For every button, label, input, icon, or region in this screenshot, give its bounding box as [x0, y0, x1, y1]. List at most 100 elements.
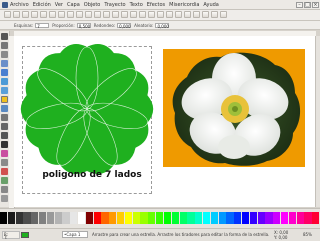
palette-swatch[interactable] — [171, 212, 179, 224]
group-icon[interactable] — [157, 11, 164, 18]
gradient-tool-icon[interactable] — [1, 177, 8, 184]
menu-archivo[interactable]: Archivo — [10, 2, 29, 8]
connector-tool-icon[interactable] — [1, 195, 8, 202]
palette-swatch[interactable] — [62, 212, 70, 224]
palette-swatch[interactable] — [265, 212, 273, 224]
ellipse-tool-icon[interactable] — [1, 87, 8, 94]
dropper-tool-icon[interactable] — [1, 186, 8, 193]
palette-swatch[interactable] — [288, 212, 296, 224]
menu-edicion[interactable]: Edición — [33, 2, 51, 8]
palette-swatch[interactable] — [31, 212, 39, 224]
export-icon[interactable] — [49, 11, 56, 18]
ratio-field[interactable]: 0,500 — [76, 22, 91, 29]
open-icon[interactable] — [13, 11, 20, 18]
palette-swatch[interactable] — [312, 212, 320, 224]
spiral-tool-icon[interactable] — [1, 105, 8, 112]
palette-swatch[interactable] — [117, 212, 125, 224]
palette-swatch[interactable] — [7, 212, 15, 224]
palette-swatch[interactable] — [163, 212, 172, 224]
rounded-field[interactable]: 0,000 — [117, 22, 132, 29]
palette-swatch[interactable] — [85, 212, 94, 224]
palette-swatch[interactable] — [257, 212, 265, 224]
menu-ver[interactable]: Ver — [55, 2, 63, 8]
vertical-scrollbar[interactable] — [315, 36, 320, 207]
palette-swatch[interactable] — [109, 212, 117, 224]
palette-swatch[interactable] — [156, 212, 164, 224]
menu-ayuda[interactable]: Ayuda — [203, 2, 218, 8]
palette-swatch[interactable] — [218, 212, 226, 224]
palette-swatch[interactable] — [179, 212, 187, 224]
3d-box-tool-icon[interactable] — [1, 78, 8, 85]
text-tool-icon[interactable] — [1, 141, 8, 148]
zoom-field[interactable]: 85% — [303, 232, 319, 237]
fill-stroke-indicator[interactable]: R: T: — [2, 231, 20, 240]
palette-swatch[interactable] — [195, 212, 203, 224]
pen-tool-icon[interactable] — [1, 123, 8, 130]
current-fill-swatch[interactable] — [21, 232, 29, 238]
rectangle-tool-icon[interactable] — [1, 69, 8, 76]
align-icon[interactable] — [202, 11, 209, 18]
palette-swatch[interactable] — [124, 212, 133, 224]
ungroup-icon[interactable] — [166, 11, 173, 18]
palette-swatch[interactable] — [140, 212, 148, 224]
canvas-caption-text[interactable]: poligono de 7 lados — [22, 170, 162, 180]
new-icon[interactable] — [4, 11, 11, 18]
node-tool-icon[interactable] — [1, 42, 8, 49]
close-button[interactable]: × — [312, 2, 319, 8]
palette-swatch[interactable] — [296, 212, 304, 224]
menu-objeto[interactable]: Objeto — [84, 2, 101, 8]
zoom-tool-icon[interactable] — [1, 60, 8, 67]
zoom-drawing-icon[interactable] — [112, 11, 119, 18]
palette-swatch[interactable] — [304, 212, 312, 224]
palette-swatch[interactable] — [15, 212, 23, 224]
palette-swatch[interactable] — [23, 212, 31, 224]
selector-tool-icon[interactable] — [1, 33, 8, 40]
spray-tool-icon[interactable] — [1, 150, 8, 157]
eraser-tool-icon[interactable] — [1, 159, 8, 166]
redo-icon[interactable] — [67, 11, 74, 18]
corners-field[interactable]: 7 — [35, 22, 50, 29]
unlink-icon[interactable] — [148, 11, 155, 18]
palette-swatch[interactable] — [0, 212, 8, 224]
palette-swatch[interactable] — [249, 212, 257, 224]
minimize-button[interactable]: – — [296, 2, 303, 8]
zoom-page-icon[interactable] — [121, 11, 128, 18]
paint-bucket-tool-icon[interactable] — [1, 168, 8, 175]
palette-swatch[interactable] — [93, 212, 101, 224]
menu-trayecto[interactable]: Trayecto — [104, 2, 125, 8]
import-icon[interactable] — [40, 11, 47, 18]
cut-icon[interactable] — [85, 11, 92, 18]
menu-texto[interactable]: Texto — [130, 2, 143, 8]
palette-swatch[interactable] — [226, 212, 234, 224]
palette-swatch[interactable] — [101, 212, 109, 224]
text-font-icon[interactable] — [184, 11, 191, 18]
palette-swatch[interactable] — [202, 212, 211, 224]
duplicate-icon[interactable] — [130, 11, 137, 18]
palette-swatch[interactable] — [241, 212, 250, 224]
star-tool-icon[interactable] — [1, 96, 8, 103]
palette-swatch[interactable] — [78, 212, 86, 224]
palette-swatch[interactable] — [148, 212, 156, 224]
print-icon[interactable] — [31, 11, 38, 18]
palette-swatch[interactable] — [39, 212, 47, 224]
green-rounded-star[interactable] — [20, 44, 154, 174]
layers-icon[interactable] — [193, 11, 200, 18]
pencil-tool-icon[interactable] — [1, 114, 8, 121]
layer-selector[interactable]: •Capa 1 — [62, 231, 88, 238]
palette-swatch[interactable] — [54, 212, 62, 224]
save-icon[interactable] — [22, 11, 29, 18]
palette-swatch[interactable] — [46, 212, 55, 224]
palette-swatch[interactable] — [210, 212, 218, 224]
menu-efectos[interactable]: Efectos — [147, 2, 165, 8]
tweak-tool-icon[interactable] — [1, 51, 8, 58]
palette-swatch[interactable] — [132, 212, 140, 224]
palette-swatch[interactable] — [280, 212, 289, 224]
xml-editor-icon[interactable] — [211, 11, 218, 18]
preferences-icon[interactable] — [220, 11, 227, 18]
palette-swatch[interactable] — [273, 212, 281, 224]
fill-stroke-icon[interactable] — [175, 11, 182, 18]
palette-swatch[interactable] — [187, 212, 195, 224]
flower-photo[interactable] — [163, 49, 305, 167]
menu-capa[interactable]: Capa — [67, 2, 80, 8]
undo-icon[interactable] — [58, 11, 65, 18]
